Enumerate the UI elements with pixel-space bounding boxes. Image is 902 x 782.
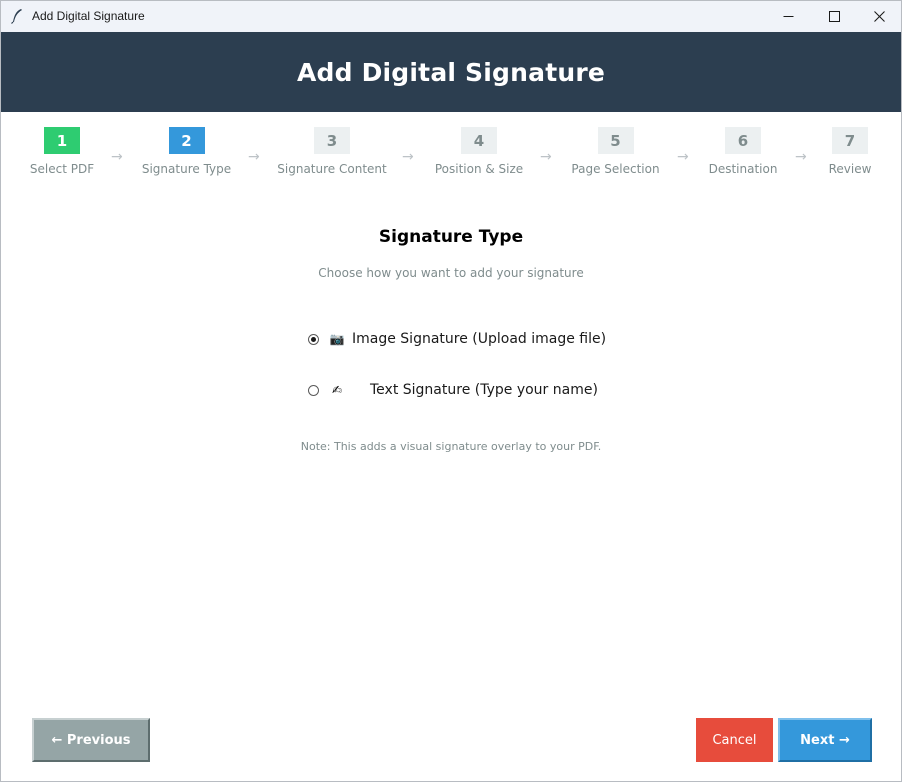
step-label: Signature Type: [141, 162, 232, 176]
step-number: 4: [461, 127, 497, 154]
step-number: 6: [725, 127, 761, 154]
image-signature-radio[interactable]: [308, 333, 319, 345]
step-arrow-icon: →: [402, 149, 414, 165]
step-label: Page Selection: [571, 162, 660, 176]
step-2: 2 Signature Type: [142, 127, 231, 176]
step-arrow-icon: →: [248, 149, 260, 165]
minimize-button[interactable]: [765, 1, 811, 32]
step-6: 6 Destination: [709, 127, 777, 176]
minimize-icon: [783, 16, 793, 17]
image-signature-option[interactable]: 📷 Image Signature (Upload image file): [308, 331, 606, 347]
window-title: Add Digital Signature: [32, 9, 145, 23]
step-arrow-icon: →: [111, 149, 123, 165]
step-arrow-icon: →: [677, 149, 689, 165]
cancel-button[interactable]: Cancel: [696, 718, 773, 762]
text-signature-radio[interactable]: [308, 384, 319, 396]
step-number: 1: [44, 127, 80, 154]
image-signature-label[interactable]: Image Signature (Upload image file): [352, 331, 606, 347]
step-label: Review: [828, 162, 872, 176]
step-5: 5 Page Selection: [571, 127, 660, 176]
maximize-button[interactable]: [811, 1, 857, 32]
step-number: 7: [832, 127, 868, 154]
step-number: 2: [168, 127, 205, 154]
maximize-icon: [828, 11, 840, 22]
section-subtitle: Choose how you want to add your signatur…: [318, 266, 584, 280]
text-signature-label[interactable]: Text Signature (Type your name): [370, 382, 598, 398]
step-label: Destination: [708, 162, 778, 176]
step-4: 4 Position & Size: [435, 127, 523, 176]
step-arrow-icon: →: [540, 149, 552, 165]
writing-hand-icon: ✍: [331, 383, 343, 397]
next-button[interactable]: Next →: [778, 718, 872, 762]
step-label: Select PDF: [29, 162, 95, 176]
step-3: 3 Signature Content: [277, 127, 387, 176]
close-button[interactable]: [856, 1, 902, 32]
title-bar[interactable]: Add Digital Signature: [1, 1, 901, 32]
previous-button[interactable]: ← Previous: [32, 718, 150, 762]
page-title: Add Digital Signature: [296, 57, 606, 87]
step-1: 1 Select PDF: [30, 127, 94, 176]
app-window: Add Digital Signature Add Digital Signat…: [0, 0, 902, 782]
step-arrow-icon: →: [795, 149, 807, 165]
close-icon: [873, 11, 885, 22]
feather-icon: [11, 9, 22, 24]
step-label: Signature Content: [277, 162, 387, 176]
step-number: 3: [314, 127, 350, 154]
section-title: Signature Type: [378, 227, 524, 247]
header-banner: Add Digital Signature: [1, 32, 901, 112]
camera-icon: 📷: [329, 332, 345, 346]
step-7: 7 Review: [828, 127, 872, 176]
step-number: 5: [597, 127, 634, 154]
note-text: Note: This adds a visual signature overl…: [300, 440, 602, 453]
step-label: Position & Size: [434, 162, 524, 176]
text-signature-option[interactable]: ✍ Text Signature (Type your name): [308, 382, 598, 398]
